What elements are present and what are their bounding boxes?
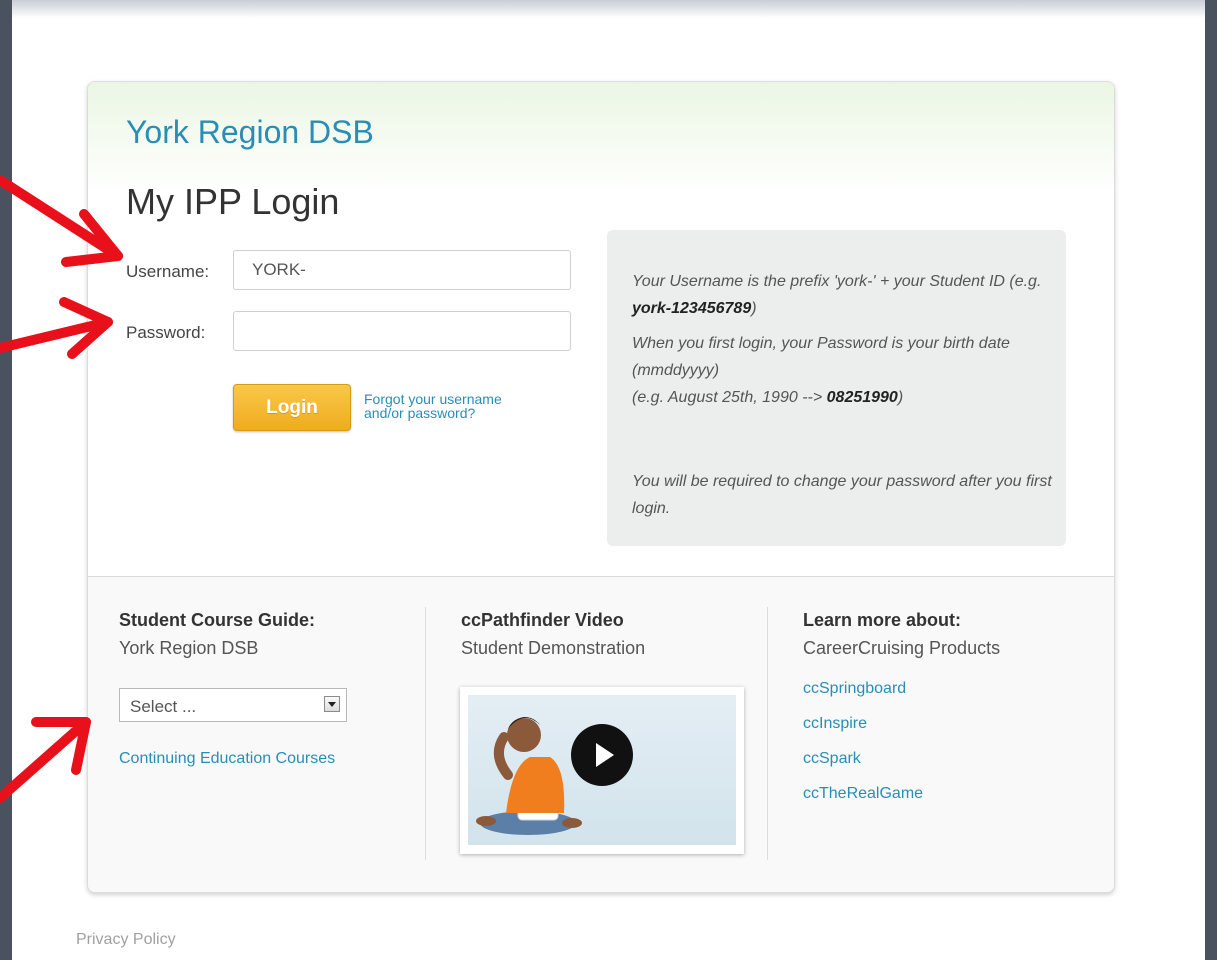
arrow-to-username-icon: [0, 175, 123, 267]
arrow-to-course-select-icon: [0, 717, 91, 803]
annotation-arrows: [0, 175, 123, 803]
arrow-to-password-icon: [0, 297, 113, 359]
